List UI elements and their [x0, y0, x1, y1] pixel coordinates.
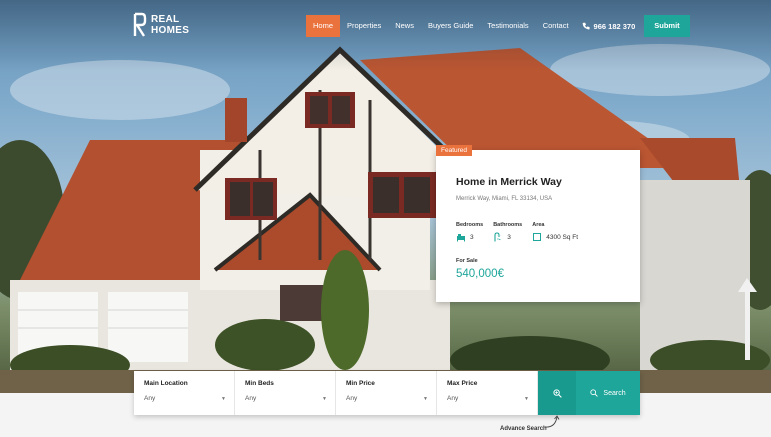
phone-text: 966 182 370	[593, 21, 636, 31]
logo-line1: REAL	[151, 14, 180, 25]
bed-icon	[457, 234, 465, 242]
search-button-label: Search	[603, 389, 626, 397]
field-label: Min Beds	[245, 380, 274, 387]
property-price: 540,000€	[456, 268, 504, 280]
site-header: REAL HOMES Home Properties News Buyers G…	[0, 0, 771, 52]
submit-button[interactable]: Submit	[644, 15, 690, 37]
property-address: Merrick Way, Miami, FL 33134, USA	[456, 196, 553, 202]
feature-value: 3	[493, 232, 522, 242]
main-location-select[interactable]: Main Location Any ▼	[134, 371, 235, 415]
field-label: Max Price	[447, 380, 478, 387]
field-value: Any	[346, 395, 358, 402]
logo-line2: HOMES	[151, 25, 190, 36]
advance-search-link[interactable]: Advance Search	[500, 426, 547, 432]
feature-label: Bedrooms	[456, 222, 484, 228]
property-features: Bedrooms 3 Bathrooms 3 Area 4300 Sq Ft	[456, 222, 578, 242]
feature-label: Area	[532, 222, 545, 228]
field-value: Any	[245, 395, 257, 402]
field-label: Main Location	[144, 380, 188, 387]
chevron-down-icon: ▼	[322, 396, 327, 402]
nav-item-home[interactable]: Home	[306, 15, 341, 37]
advance-search-toggle[interactable]	[538, 371, 576, 415]
logo-icon	[133, 12, 147, 37]
feature-area: Area 4300 Sq Ft	[532, 222, 578, 242]
featured-badge: Featured	[436, 145, 473, 156]
feature-label: Bathrooms	[493, 222, 523, 228]
property-title[interactable]: Home in Merrick Way	[456, 176, 562, 188]
nav-item-contact[interactable]: Contact	[536, 15, 576, 37]
nav-item-testimonials[interactable]: Testimonials	[480, 15, 535, 37]
bedrooms-count: 3	[470, 233, 474, 241]
property-status: For Sale	[456, 258, 478, 264]
zoom-in-icon	[552, 388, 562, 398]
logo-text: REAL HOMES	[151, 14, 191, 36]
hero-overlay	[0, 0, 771, 393]
field-label: Min Price	[346, 380, 375, 387]
min-price-select[interactable]: Min Price Any ▼	[336, 371, 437, 415]
phone-icon	[582, 22, 590, 30]
feature-bedrooms: Bedrooms 3	[456, 222, 483, 242]
property-search-form: Main Location Any ▼ Min Beds Any ▼ Min P…	[134, 371, 640, 415]
chevron-down-icon: ▼	[423, 396, 428, 402]
main-nav: Home Properties News Buyers Guide Testim…	[306, 15, 690, 37]
feature-bathrooms: Bathrooms 3	[493, 222, 522, 242]
hero-banner	[0, 0, 771, 393]
shower-icon	[494, 232, 501, 242]
area-icon	[533, 233, 542, 241]
feature-value: 3	[456, 232, 483, 242]
nav-item-properties[interactable]: Properties	[340, 15, 388, 37]
chevron-down-icon: ▼	[524, 396, 529, 402]
max-price-select[interactable]: Max Price Any ▼	[437, 371, 538, 415]
site-logo[interactable]: REAL HOMES	[133, 12, 191, 38]
search-button[interactable]: Search	[576, 371, 640, 415]
min-beds-select[interactable]: Min Beds Any ▼	[235, 371, 336, 415]
nav-item-news[interactable]: News	[388, 15, 421, 37]
search-icon	[590, 389, 599, 397]
field-value: Any	[447, 395, 459, 402]
feature-value: 4300 Sq Ft	[532, 232, 578, 242]
chevron-down-icon: ▼	[221, 396, 226, 402]
featured-property-card[interactable]: Featured Home in Merrick Way Merrick Way…	[436, 145, 640, 302]
bathrooms-count: 3	[507, 233, 511, 241]
nav-item-buyers-guide[interactable]: Buyers Guide	[421, 15, 480, 37]
phone-number[interactable]: 966 182 370	[576, 15, 642, 37]
field-value: Any	[144, 395, 156, 402]
area-value: 4300 Sq Ft	[546, 233, 579, 241]
